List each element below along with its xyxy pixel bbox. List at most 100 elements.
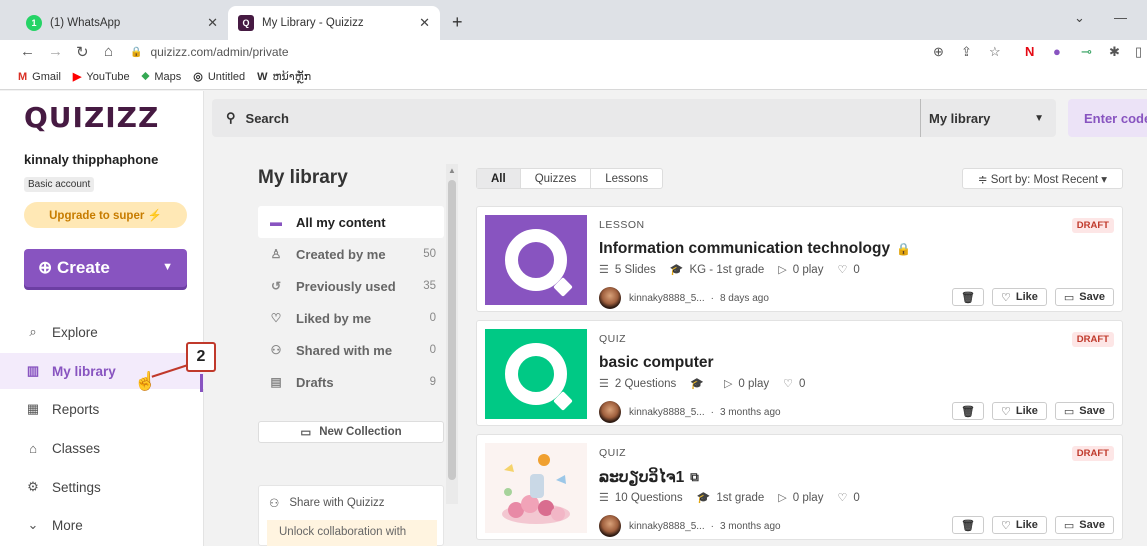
delete-button[interactable]: 🗑 <box>952 516 984 534</box>
youtube-icon: ▶ <box>72 71 82 83</box>
grade-level: 1st grade <box>716 491 765 504</box>
reload-button[interactable]: ↻ <box>76 43 89 61</box>
minimize-button[interactable]: — <box>1114 10 1127 25</box>
delete-button[interactable]: 🗑 <box>952 402 984 420</box>
like-count: 0 <box>853 263 860 276</box>
delete-button[interactable]: 🗑 <box>952 288 984 306</box>
library-item-shared-with-me[interactable]: ⚇ Shared with me 0 <box>258 334 444 366</box>
sidebar-item-more[interactable]: ⌄ More <box>0 507 204 543</box>
classes-icon: ⌂ <box>29 440 37 456</box>
explore-icon: ⌕ <box>29 324 37 339</box>
sidebar-item-my-library[interactable]: ▥ My library <box>0 353 204 389</box>
bookmark-gmail[interactable]: M Gmail <box>18 71 61 83</box>
search-icon: ⚲ <box>226 110 236 125</box>
close-icon[interactable]: ✕ <box>419 15 430 31</box>
url-text: quizizz.com/admin/private <box>150 45 289 59</box>
bookmark-youtube[interactable]: ▶ YouTube <box>72 70 130 84</box>
sidebar-item-explore[interactable]: ⌕ Explore <box>0 314 204 350</box>
library-item-liked-by-me[interactable]: ♡ Liked by me 0 <box>258 302 444 334</box>
user-icon: ♙ <box>270 247 282 261</box>
library-item-count: 50 <box>423 248 436 260</box>
lesson-thumbnail[interactable] <box>485 215 587 305</box>
netflix-extension-icon[interactable]: N <box>1025 44 1034 59</box>
extension-icon[interactable]: ⊸ <box>1081 44 1092 60</box>
library-item-created-by-me[interactable]: ♙ Created by me 50 <box>258 238 444 270</box>
folder-icon: ▭ <box>1063 405 1075 418</box>
like-label: Like <box>1015 405 1038 417</box>
quizizz-logo[interactable]: QUIZIZZ <box>24 101 159 134</box>
like-button[interactable]: ♡ Like <box>992 288 1047 306</box>
sidepanel-icon[interactable]: ▯ <box>1135 44 1142 60</box>
new-tab-button[interactable]: + <box>452 12 463 33</box>
star-icon[interactable]: ☆ <box>989 44 1001 60</box>
tab-whatsapp[interactable]: 1 (1) WhatsApp ✕ <box>16 6 228 40</box>
new-collection-button[interactable]: ▭ New Collection <box>258 421 444 443</box>
heart-icon: ♡ <box>1001 405 1011 418</box>
heart-icon: ♡ <box>270 311 282 325</box>
separator-dot: · <box>710 520 714 532</box>
quiz-thumbnail[interactable] <box>485 329 587 419</box>
sidebar-item-reports[interactable]: ▦ Reports <box>0 391 204 427</box>
site-icon: W <box>257 70 268 83</box>
content-title[interactable]: Information communication technology 🔒 <box>599 240 911 258</box>
bookmark-label: Maps <box>154 70 182 83</box>
sidebar-item-classes[interactable]: ⌂ Classes <box>0 430 204 466</box>
maps-icon: ⬥ <box>141 70 150 82</box>
library-item-all-content[interactable]: ▬ All my content <box>258 206 444 238</box>
separator-dot: · <box>710 292 714 304</box>
tab-quizizz[interactable]: Q My Library - Quizizz ✕ <box>228 6 440 40</box>
quizizz-icon: Q <box>238 15 254 31</box>
puzzle-icon[interactable]: ✱ <box>1109 44 1120 60</box>
create-button[interactable]: ⊕ Create ▼ <box>24 249 187 287</box>
play-count: 0 play <box>792 491 824 504</box>
play-icon: ▷ <box>778 264 787 276</box>
bookmark-maps[interactable]: ⬥ Maps <box>142 70 182 83</box>
scroll-up-icon[interactable]: ▲ <box>448 166 456 175</box>
save-button[interactable]: ▭ Save <box>1054 288 1114 306</box>
search-scope-dropdown[interactable]: My library ▼ <box>920 99 1056 137</box>
close-icon[interactable]: ✕ <box>207 15 218 31</box>
forward-button[interactable]: → <box>48 43 63 60</box>
save-button[interactable]: ▭ Save <box>1054 402 1114 420</box>
content-card[interactable]: LESSON DRAFT Information communication t… <box>476 206 1123 312</box>
extension-icon[interactable]: ● <box>1053 44 1061 59</box>
bookmark-untitled[interactable]: ◎ Untitled <box>193 70 245 84</box>
address-bar-row: ← → ↻ ⌂ 🔒 quizizz.com/admin/private <box>0 40 1147 64</box>
item-count: 5 Slides <box>614 263 656 276</box>
home-button[interactable]: ⌂ <box>104 43 113 60</box>
list-icon: ☰ <box>599 378 609 390</box>
like-button[interactable]: ♡ Like <box>992 516 1047 534</box>
back-button[interactable]: ← <box>20 43 35 60</box>
content-title[interactable]: ລະບຽບວິໄຈ1 ⧉ <box>599 468 699 487</box>
content-card[interactable]: QUIZ DRAFT ລະບຽບວິໄຈ1 ⧉ ☰ 10 Questions 🎓 1… <box>476 434 1123 540</box>
bookmarks-bar: M Gmail ▶ YouTube ⬥ Maps ◎ Untitled W ຫນ້າຫຼັ… <box>0 64 1147 90</box>
save-button[interactable]: ▭ Save <box>1054 516 1114 534</box>
enter-code-button[interactable]: Enter code <box>1068 99 1147 137</box>
zoom-icon[interactable]: ⊕ <box>933 44 944 60</box>
scrollbar-thumb[interactable] <box>448 180 456 480</box>
username: kinnaly thipphaphone <box>24 152 159 167</box>
share-icon[interactable]: ⇪ <box>961 44 972 60</box>
bookmark-homepage[interactable]: W ຫນ້າຫຼັກ <box>257 70 312 84</box>
globe-icon: ◎ <box>193 71 203 83</box>
caret-down-icon[interactable]: ▼ <box>162 261 173 273</box>
bookmark-label: ຫນ້າຫຼັກ <box>272 71 312 83</box>
library-item-drafts[interactable]: ▤ Drafts 9 <box>258 366 444 398</box>
content-title[interactable]: basic computer <box>599 354 714 372</box>
share-card: ⚇ Share with Quizizz Unlock collaboratio… <box>258 485 444 546</box>
sort-dropdown[interactable]: ≑ Sort by: Most Recent ▾ <box>962 168 1123 189</box>
content-card[interactable]: QUIZ DRAFT basic computer ☰ 2 Questions 🎓… <box>476 320 1123 426</box>
upgrade-button[interactable]: Upgrade to super ⚡ <box>24 202 187 228</box>
quiz-thumbnail[interactable] <box>485 443 587 533</box>
timestamp: 3 months ago <box>719 520 781 532</box>
like-button[interactable]: ♡ Like <box>992 402 1047 420</box>
filter-tab-lessons[interactable]: Lessons <box>591 169 662 188</box>
avatar <box>599 287 621 309</box>
sidebar-item-label: My library <box>52 363 116 379</box>
library-scrollbar[interactable]: ▲ <box>446 164 458 504</box>
library-item-previously-used[interactable]: ↺ Previously used 35 <box>258 270 444 302</box>
chevron-down-icon[interactable]: ⌄ <box>1074 10 1085 26</box>
filter-tab-quizzes[interactable]: Quizzes <box>521 169 592 188</box>
sidebar-item-settings[interactable]: ⚙ Settings <box>0 469 204 505</box>
filter-tab-all[interactable]: All <box>477 169 521 188</box>
